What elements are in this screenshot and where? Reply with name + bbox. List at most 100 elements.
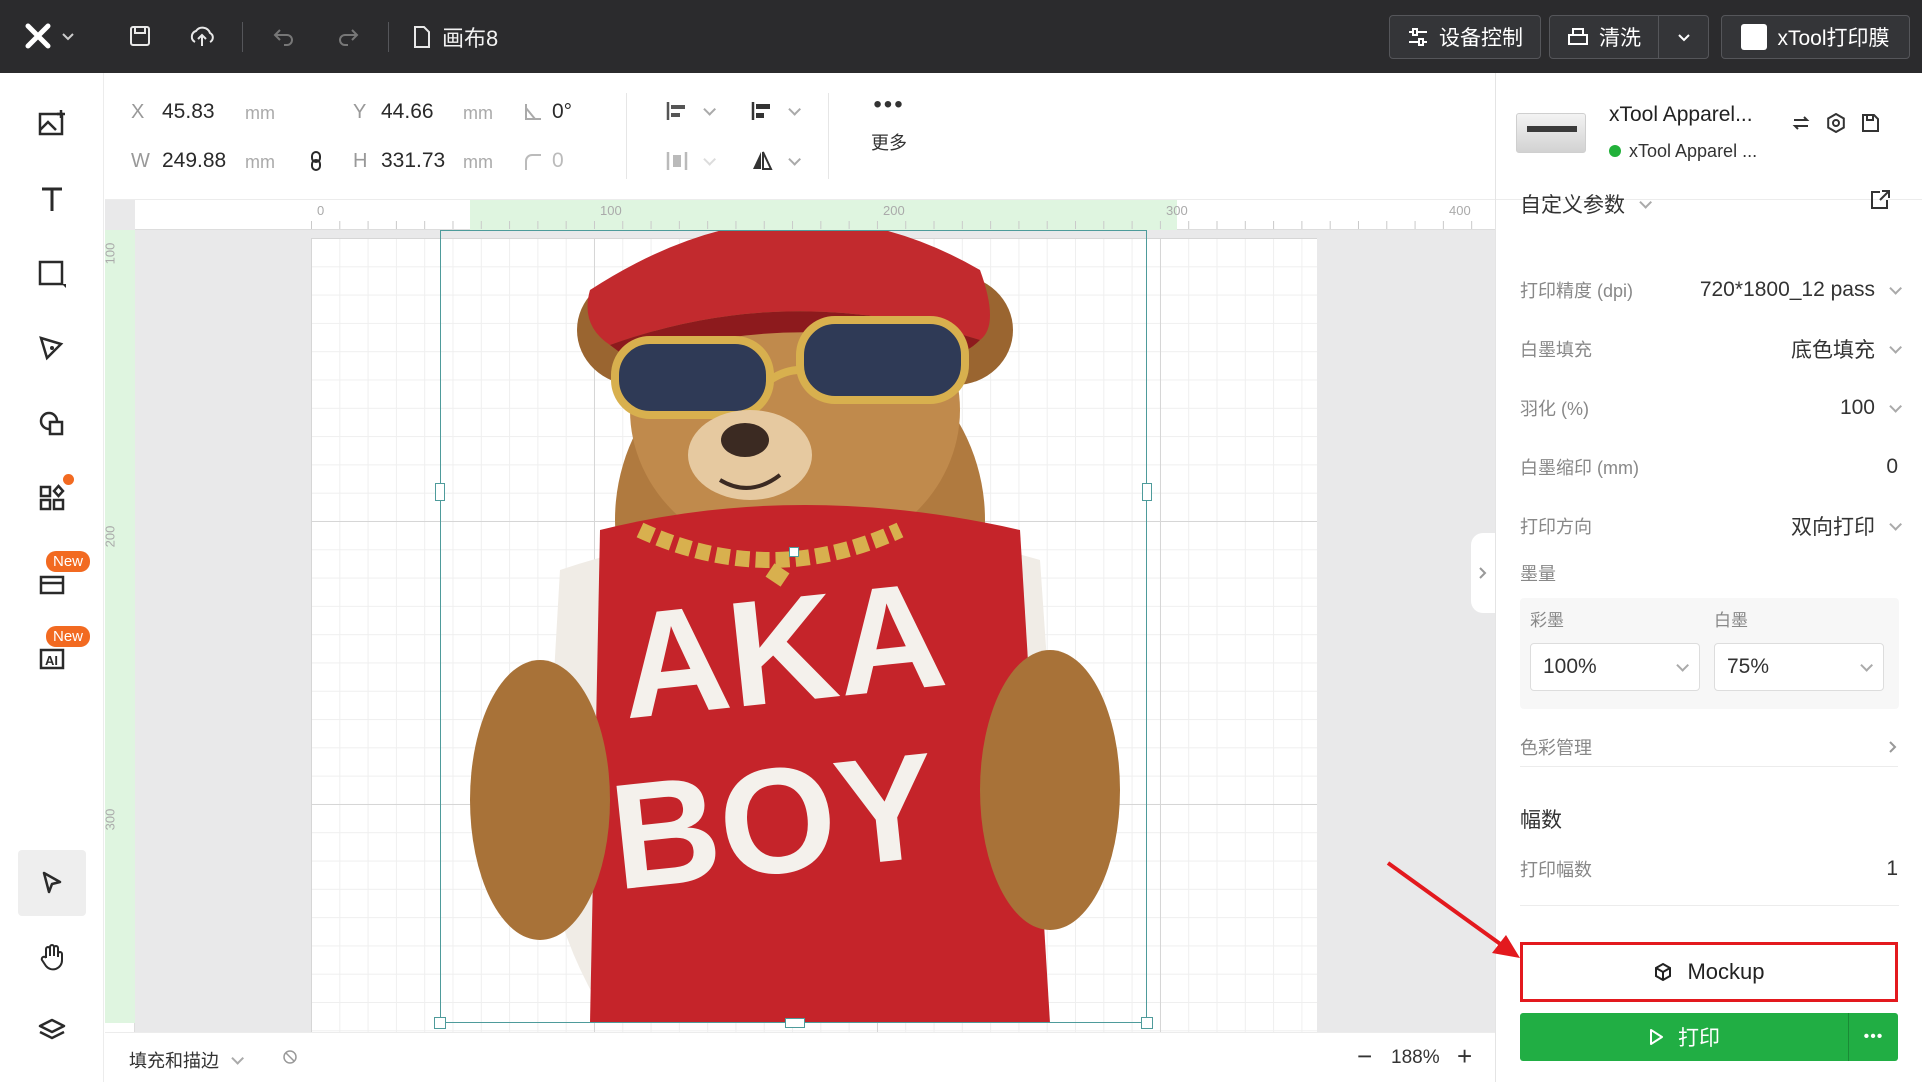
color-management-label: 色彩管理 (1520, 737, 1592, 758)
status-bar: 填充和描边 − 188% + (105, 1032, 1495, 1082)
sliders-icon (1409, 28, 1427, 46)
chevron-down-icon[interactable] (56, 18, 80, 54)
undo-icon[interactable] (266, 18, 302, 54)
dpi-row[interactable]: 打印精度 (dpi) 720*1800_12 pass (1520, 272, 1902, 308)
color-management-row[interactable]: 色彩管理 (1520, 727, 1898, 767)
fill-stroke-label: 填充和描边 (129, 1051, 219, 1071)
direction-row[interactable]: 打印方向 双向打印 (1520, 508, 1902, 544)
property-bar: X 45.83 mm Y 44.66 mm 0° W 249.88 mm H 3… (105, 73, 1495, 200)
device-control-button[interactable]: 设备控制 (1389, 15, 1541, 59)
chevron-down-icon (1889, 399, 1902, 413)
resize-handle[interactable] (1142, 483, 1152, 501)
chevron-down-icon (1889, 340, 1902, 354)
pen-tool-icon[interactable] (28, 325, 76, 373)
no-fill-icon[interactable] (281, 1048, 299, 1071)
annotation-arrow (1386, 861, 1520, 958)
white-fill-label: 白墨填充 (1520, 340, 1592, 360)
top-bar: 画布8 设备控制 清洗 xTool打印膜 (0, 0, 1922, 73)
flip-dropdown[interactable] (750, 149, 801, 173)
white-shrink-row[interactable]: 白墨缩印 (mm) 0 (1520, 449, 1898, 485)
pivot-handle[interactable] (789, 547, 799, 557)
hand-tool-icon[interactable] (28, 933, 76, 981)
ruler-tick: 100 (105, 242, 118, 265)
machine-icon (1741, 24, 1768, 50)
cloud-upload-icon[interactable] (184, 18, 220, 54)
feather-value: 100 (1839, 396, 1875, 419)
clean-label: 清洗 (1599, 27, 1641, 50)
save-preset-icon[interactable] (1860, 113, 1880, 138)
chevron-down-icon (1889, 517, 1902, 531)
x-input[interactable]: 45.83 (162, 100, 215, 124)
redo-icon[interactable] (330, 18, 366, 54)
shapes-library-icon[interactable] (28, 400, 76, 448)
zoom-out-icon[interactable]: − (1357, 1043, 1372, 1069)
white-ink-select[interactable]: 75% (1714, 643, 1884, 691)
print-more-button[interactable]: ••• (1849, 1013, 1898, 1061)
fill-stroke-dropdown[interactable]: 填充和描边 (129, 1047, 244, 1073)
rotate-input[interactable]: 0° (552, 100, 572, 124)
device-card[interactable]: xTool Apparel... xTool Apparel ... (1496, 73, 1922, 200)
h-input[interactable]: 331.73 (381, 149, 445, 173)
h-unit: mm (463, 152, 493, 172)
text-tool-icon[interactable] (28, 175, 76, 223)
preset-dropdown[interactable]: 自定义参数 (1520, 184, 1652, 224)
color-ink-select[interactable]: 100% (1530, 643, 1700, 691)
left-toolbar: New AI New (0, 73, 104, 1082)
divider (388, 22, 389, 52)
clean-dropdown-button[interactable] (1658, 15, 1709, 59)
direction-label: 打印方向 (1520, 517, 1592, 537)
mockup-button[interactable]: Mockup (1520, 942, 1898, 1002)
select-tool-button[interactable] (18, 850, 86, 916)
swap-icon[interactable] (1792, 114, 1810, 137)
corner-radius-input[interactable]: 0 (552, 149, 564, 173)
resize-handle[interactable] (785, 1018, 805, 1028)
ruler-highlight (105, 230, 135, 1023)
chevron-right-icon (1479, 567, 1487, 579)
machine-select-button[interactable]: xTool打印膜 (1721, 15, 1910, 59)
distribute-dropdown[interactable] (665, 149, 716, 173)
document-title[interactable]: 画布8 (412, 22, 498, 52)
copies-row[interactable]: 打印幅数 1 (1520, 851, 1898, 887)
more-button[interactable]: ••• 更多 (857, 93, 921, 173)
divider (626, 93, 627, 179)
arrange-icon (751, 102, 770, 120)
collapse-panel-tab[interactable] (1471, 533, 1495, 613)
zoom-level[interactable]: 188% (1391, 1047, 1440, 1069)
app-logo-icon[interactable] (20, 18, 56, 54)
shape-tool-icon[interactable] (28, 250, 76, 298)
y-input[interactable]: 44.66 (381, 100, 434, 124)
color-ink-label: 彩墨 (1530, 611, 1564, 630)
feather-label: 羽化 (%) (1520, 399, 1589, 419)
layers-tool-icon[interactable] (28, 1007, 76, 1055)
selection-box[interactable] (434, 230, 1153, 1029)
link-icon[interactable] (309, 150, 323, 177)
ruler-tick: 100 (600, 203, 622, 218)
more-icon: ••• (873, 91, 905, 118)
device-control-label: 设备控制 (1439, 27, 1523, 50)
rotate-icon (523, 102, 543, 127)
white-fill-row[interactable]: 白墨填充 底色填充 (1520, 331, 1902, 367)
print-button[interactable]: 打印 (1520, 1013, 1848, 1061)
w-unit: mm (245, 152, 275, 172)
w-input[interactable]: 249.88 (162, 149, 226, 173)
resize-handle[interactable] (1141, 1017, 1153, 1029)
resize-handle[interactable] (434, 1017, 446, 1029)
settings-icon[interactable] (1826, 112, 1846, 138)
arrange-dropdown[interactable] (750, 99, 801, 123)
document-icon (414, 26, 430, 48)
align-dropdown[interactable] (665, 99, 716, 123)
color-ink-value: 100% (1543, 655, 1597, 678)
image-tool-icon[interactable] (28, 100, 76, 148)
feather-row[interactable]: 羽化 (%) 100 (1520, 390, 1902, 426)
export-preset-icon[interactable] (1868, 188, 1892, 217)
corner-radius-icon (523, 152, 543, 177)
resize-handle[interactable] (435, 483, 445, 501)
apps-tool-icon[interactable] (28, 474, 76, 522)
white-shrink-value[interactable]: 0 (1886, 455, 1898, 479)
more-icon: ••• (1863, 1028, 1884, 1045)
save-icon[interactable] (122, 18, 158, 54)
canvas-area[interactable]: 0 100 200 300 400 100 200 300 AKA BOY (105, 200, 1495, 1032)
clean-button[interactable]: 清洗 (1549, 15, 1659, 59)
copies-value[interactable]: 1 (1886, 857, 1898, 881)
zoom-in-icon[interactable]: + (1457, 1043, 1472, 1069)
